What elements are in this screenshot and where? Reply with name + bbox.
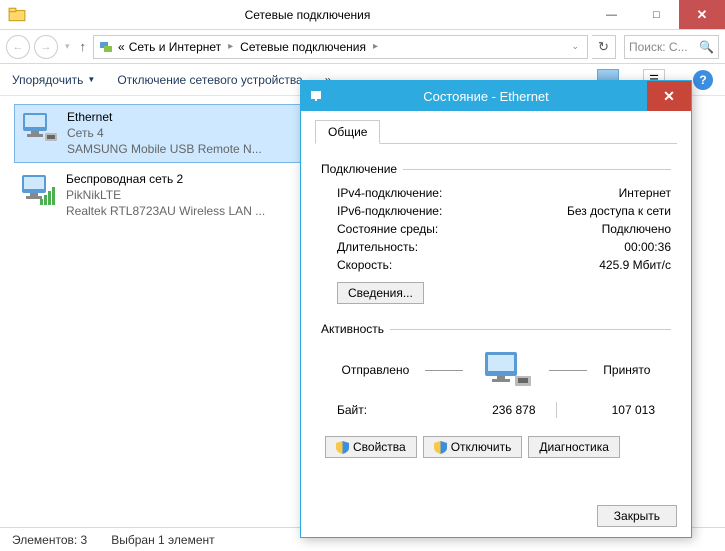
item-count: Элементов: 3 (12, 533, 87, 547)
status-dialog: Состояние - Ethernet ✕ Общие Подключение… (300, 80, 692, 538)
back-button[interactable]: ← (6, 35, 30, 59)
refresh-button[interactable]: ↻ (592, 35, 616, 59)
window-title: Сетевые подключения (26, 8, 589, 22)
sent-label: Отправлено (342, 363, 410, 377)
wifi-adapter-icon (18, 171, 58, 209)
ipv4-label: IPv4-подключение: (337, 186, 619, 200)
selection-count: Выбран 1 элемент (111, 533, 214, 547)
close-dialog-button[interactable]: Закрыть (597, 505, 677, 527)
shield-icon (434, 441, 447, 454)
duration-value: 00:00:36 (624, 240, 671, 254)
address-bar[interactable]: « Сеть и Интернет ▸ Сетевые подключения … (93, 35, 588, 59)
help-button[interactable]: ? (693, 70, 713, 90)
up-button[interactable]: ↑ (77, 39, 90, 54)
connection-adapter: SAMSUNG Mobile USB Remote N... (67, 141, 262, 157)
speed-value: 425.9 Мбит/с (599, 258, 671, 272)
chevron-right-icon[interactable]: ▸ (370, 41, 381, 52)
bytes-sent-value: 236 878 (437, 403, 556, 417)
breadcrumb-item[interactable]: Сеть и Интернет (129, 40, 221, 54)
search-icon: 🔍 (699, 40, 714, 54)
network-icon (98, 39, 114, 55)
connection-name: Беспроводная сеть 2 (66, 171, 265, 187)
search-placeholder: Поиск: С... (629, 40, 688, 54)
connection-name: Ethernet (67, 109, 262, 125)
chevron-right-icon[interactable]: ▸ (225, 41, 236, 52)
connection-network: PikNikLTE (66, 187, 265, 203)
disable-device-button[interactable]: Отключение сетевого устройства (117, 73, 302, 87)
navigation-bar: ← → ▾ ↑ « Сеть и Интернет ▸ Сетевые подк… (0, 30, 725, 64)
network-folder-icon (8, 6, 26, 24)
media-state-label: Состояние среды: (337, 222, 602, 236)
connection-item-wifi[interactable]: Беспроводная сеть 2 PikNikLTE Realtek RT… (14, 167, 304, 224)
dialog-titlebar[interactable]: Состояние - Ethernet ✕ (301, 81, 691, 111)
speed-label: Скорость: (337, 258, 599, 272)
properties-button[interactable]: Свойства (325, 436, 417, 458)
network-status-icon (309, 88, 325, 104)
connection-adapter: Realtek RTL8723AU Wireless LAN ... (66, 203, 265, 219)
media-state-value: Подключено (602, 222, 671, 236)
address-dropdown[interactable]: ⌄ (567, 41, 583, 52)
group-activity-label: Активность (321, 322, 384, 336)
close-button[interactable]: ✕ (679, 0, 725, 29)
diagnose-button[interactable]: Диагностика (528, 436, 620, 458)
bytes-label: Байт: (337, 403, 437, 417)
organize-menu[interactable]: Упорядочить▼ (12, 73, 95, 87)
connection-network: Сеть 4 (67, 125, 262, 141)
breadcrumb-prefix: « (118, 40, 125, 54)
group-connection-label: Подключение (321, 162, 397, 176)
search-input[interactable]: Поиск: С... 🔍 (624, 35, 719, 59)
bytes-received-value: 107 013 (557, 403, 656, 417)
shield-icon (336, 441, 349, 454)
dialog-close-button[interactable]: ✕ (647, 81, 691, 111)
details-button[interactable]: Сведения... (337, 282, 424, 304)
activity-monitor-icon (479, 348, 533, 392)
minimize-button[interactable]: — (589, 0, 634, 29)
chevron-down-icon: ▼ (87, 75, 95, 84)
ipv4-value: Интернет (619, 186, 671, 200)
received-label: Принято (603, 363, 650, 377)
ipv6-label: IPv6-подключение: (337, 204, 567, 218)
dialog-title: Состояние - Ethernet (325, 89, 647, 104)
disable-button[interactable]: Отключить (423, 436, 523, 458)
ethernet-adapter-icon (19, 109, 59, 147)
ipv6-value: Без доступа к сети (567, 204, 671, 218)
duration-label: Длительность: (337, 240, 624, 254)
connection-item-ethernet[interactable]: Ethernet Сеть 4 SAMSUNG Mobile USB Remot… (14, 104, 304, 163)
window-titlebar: Сетевые подключения — □ ✕ (0, 0, 725, 30)
dialog-tabs: Общие (315, 119, 677, 144)
breadcrumb-item[interactable]: Сетевые подключения (240, 40, 366, 54)
maximize-button[interactable]: □ (634, 0, 679, 29)
tab-general[interactable]: Общие (315, 120, 380, 144)
forward-button[interactable]: → (34, 35, 58, 59)
history-dropdown[interactable]: ▾ (62, 41, 73, 52)
